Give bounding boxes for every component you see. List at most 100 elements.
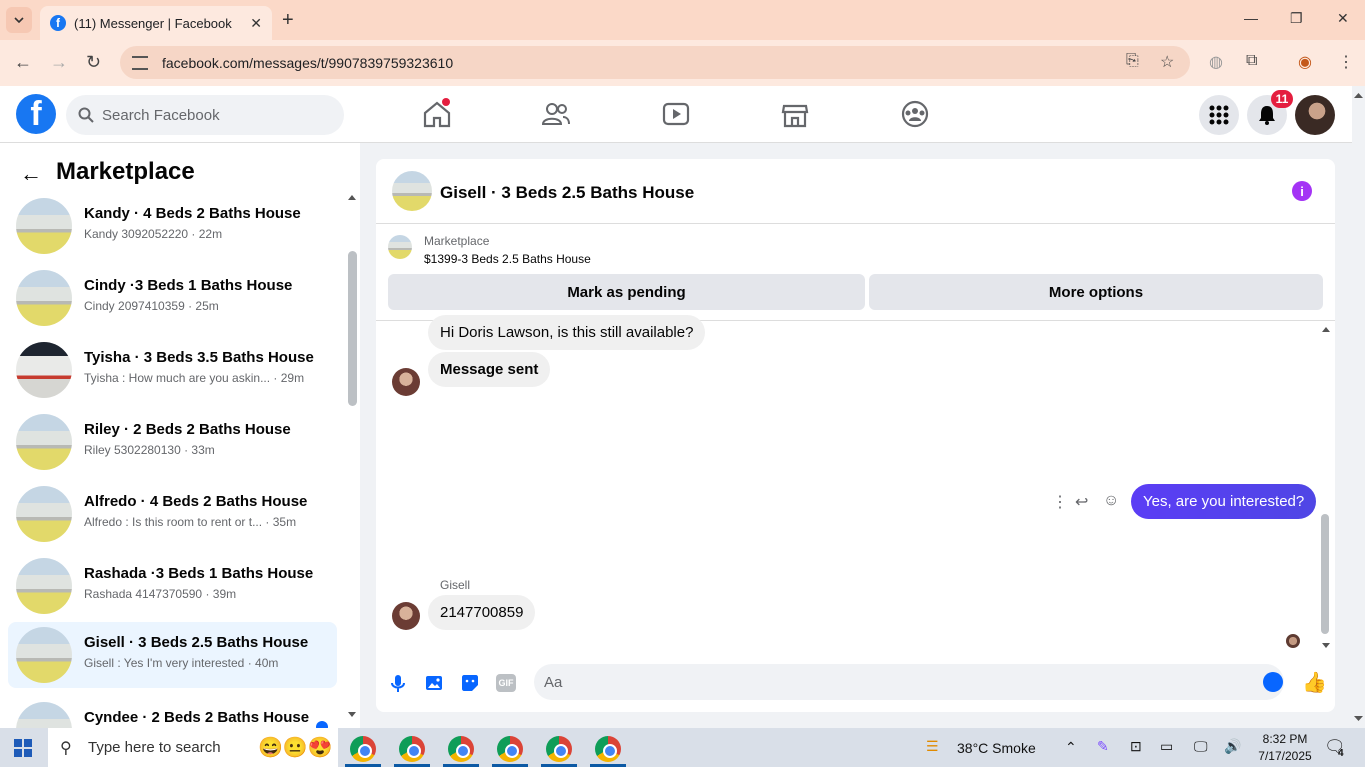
install-app-icon[interactable]: ⎘ <box>1126 52 1139 70</box>
windows-taskbar: ⚲ Type here to search 😄😐😍 ☰ 38°C Smoke ⌃… <box>0 728 1365 767</box>
translate-icon[interactable]: ◍ <box>1209 52 1223 72</box>
conversation-snippet: Gisell : Yes I'm very interested · 40m <box>84 656 279 670</box>
taskbar-search[interactable]: ⚲ Type here to search 😄😐😍 <box>48 728 338 767</box>
conversation-name: Alfredo · 4 Beds 2 Baths House <box>84 493 308 510</box>
clock-time[interactable]: 8:32 PM <box>1252 732 1318 746</box>
back-arrow-icon[interactable]: ← <box>20 161 42 187</box>
extensions-icon[interactable]: ⧉ <box>1246 52 1257 70</box>
site-info-icon[interactable] <box>132 55 148 70</box>
conversation-item[interactable]: Tyisha · 3 Beds 3.5 Baths House Tyisha :… <box>8 337 337 403</box>
conversation-snippet: Cindy 2097410359 · 25m <box>84 299 219 313</box>
chat-scroll-thumb[interactable] <box>1321 514 1329 634</box>
page-scrollbar[interactable] <box>1352 86 1365 727</box>
chat-avatar[interactable] <box>392 171 432 211</box>
menu-grid-button[interactable] <box>1199 95 1239 135</box>
chrome-taskbar-icon[interactable] <box>497 736 523 762</box>
bell-icon <box>1259 106 1275 125</box>
info-icon[interactable]: i <box>1292 181 1312 201</box>
listing-thumbnail <box>16 198 72 254</box>
bookmark-star-icon[interactable]: ☆ <box>1160 52 1174 72</box>
message-placeholder: Aa <box>544 673 563 691</box>
chrome-taskbar-icon[interactable] <box>595 736 621 762</box>
search-placeholder: Search Facebook <box>102 106 220 124</box>
more-options-button[interactable]: More options <box>869 274 1323 310</box>
weather-text[interactable]: 38°C Smoke <box>957 740 1036 756</box>
account-avatar[interactable] <box>1295 95 1335 135</box>
conversation-item[interactable]: Rashada ·3 Beds 1 Baths House Rashada 41… <box>8 553 337 619</box>
weather-icon[interactable]: ☰ <box>926 738 939 755</box>
conversation-item[interactable]: Alfredo · 4 Beds 2 Baths House Alfredo :… <box>8 481 337 547</box>
battery-icon[interactable]: ▭ <box>1160 738 1173 755</box>
emoji-icon[interactable] <box>1263 672 1283 692</box>
profile-icon[interactable]: ◉ <box>1298 52 1312 72</box>
conversation-item[interactable]: Cindy ·3 Beds 1 Baths House Cindy 209741… <box>8 265 337 331</box>
conversation-name: Riley · 2 Beds 2 Baths House <box>84 421 291 438</box>
chrome-taskbar-icon[interactable] <box>350 736 376 762</box>
conversation-item[interactable]: Kandy · 4 Beds 2 Baths House Kandy 30920… <box>8 193 337 259</box>
gif-icon[interactable]: GIF <box>496 674 516 692</box>
chrome-taskbar-icon[interactable] <box>546 736 572 762</box>
conversation-item-active[interactable]: Gisell · 3 Beds 2.5 Baths House Gisell :… <box>8 622 337 688</box>
message-input[interactable]: Aa <box>534 664 1284 700</box>
browser-tabbar: f (11) Messenger | Facebook ✕ + — ❐ ✕ <box>0 0 1365 40</box>
address-bar[interactable]: facebook.com/messages/t/9907839759323610 <box>120 46 1190 79</box>
photo-icon[interactable] <box>424 673 444 693</box>
like-icon[interactable]: 👍 <box>1302 670 1327 695</box>
meet-icon[interactable]: ⊡ <box>1130 738 1142 755</box>
browser-tab-active[interactable]: f (11) Messenger | Facebook ✕ <box>40 6 272 40</box>
clock-date[interactable]: 7/17/2025 <box>1252 749 1318 763</box>
tab-search-dropdown[interactable] <box>6 7 32 33</box>
microphone-icon[interactable] <box>388 673 408 693</box>
chevron-down-icon <box>14 17 24 23</box>
notification-center-count: 4 <box>1338 748 1344 759</box>
network-icon[interactable]: 🖵 <box>1194 738 1208 755</box>
taskbar-search-placeholder: Type here to search <box>88 739 221 756</box>
minimize-icon[interactable]: — <box>1244 10 1258 26</box>
search-icon <box>78 107 94 123</box>
forward-icon[interactable]: → <box>50 52 68 73</box>
mark-as-pending-button[interactable]: Mark as pending <box>388 274 865 310</box>
video-icon[interactable] <box>661 100 691 128</box>
sender-avatar[interactable] <box>392 602 420 630</box>
listing-thumbnail[interactable] <box>388 235 412 259</box>
listing-title[interactable]: $1399-3 Beds 2.5 Baths House <box>424 252 591 266</box>
close-tab-icon[interactable]: ✕ <box>250 15 262 32</box>
composer: GIF Aa 👍 <box>376 664 1335 702</box>
chevron-up-icon[interactable]: ⌃ <box>1065 739 1077 756</box>
message-bubble-outgoing: Yes, are you interested? <box>1131 484 1317 519</box>
sidebar-scroll-thumb[interactable] <box>348 251 357 406</box>
conversation-item[interactable]: Cyndee · 2 Beds 2 Baths House <box>8 697 337 728</box>
windows-start-icon[interactable] <box>14 739 32 757</box>
pen-icon[interactable]: ✎ <box>1097 738 1109 755</box>
conversation-item[interactable]: Riley · 2 Beds 2 Baths House Riley 53022… <box>8 409 337 475</box>
facebook-logo-icon[interactable]: f <box>16 94 56 134</box>
kebab-menu-icon[interactable]: ⋮ <box>1338 52 1354 72</box>
chrome-taskbar-icon[interactable] <box>399 736 425 762</box>
sticker-icon[interactable] <box>460 673 480 693</box>
search-icon: ⚲ <box>60 740 72 757</box>
home-notification-dot <box>442 98 450 106</box>
react-icon[interactable]: ☺ <box>1103 492 1119 510</box>
friends-icon[interactable] <box>541 100 571 128</box>
close-window-icon[interactable]: ✕ <box>1337 10 1349 27</box>
reload-icon[interactable]: ↻ <box>86 52 101 73</box>
back-icon[interactable]: ← <box>14 52 32 73</box>
facebook-search-input[interactable]: Search Facebook <box>66 95 344 135</box>
new-tab-icon[interactable]: + <box>282 9 294 32</box>
message-bubble-incoming: 2147700859 <box>428 595 536 630</box>
marketplace-icon[interactable] <box>780 100 810 128</box>
reply-icon[interactable]: ↩ <box>1075 492 1088 512</box>
message-bubble-incoming: Message sent <box>428 352 551 387</box>
chrome-taskbar-icon[interactable] <box>448 736 474 762</box>
listing-thumbnail <box>16 486 72 542</box>
listing-thumbnail <box>16 270 72 326</box>
restore-icon[interactable]: ❐ <box>1290 10 1303 27</box>
browser-toolbar: ← → ↻ facebook.com/messages/t/9907839759… <box>0 40 1365 86</box>
volume-icon[interactable]: 🔊 <box>1224 738 1241 755</box>
sender-avatar[interactable] <box>392 368 420 396</box>
more-actions-icon[interactable]: ⋮ <box>1052 492 1068 512</box>
groups-icon[interactable] <box>900 100 930 128</box>
conversation-snippet: Alfredo : Is this room to rent or t... ·… <box>84 515 297 529</box>
chat-title[interactable]: Gisell · 3 Beds 2.5 Baths House <box>440 183 694 203</box>
notification-badge: 11 <box>1271 90 1293 108</box>
